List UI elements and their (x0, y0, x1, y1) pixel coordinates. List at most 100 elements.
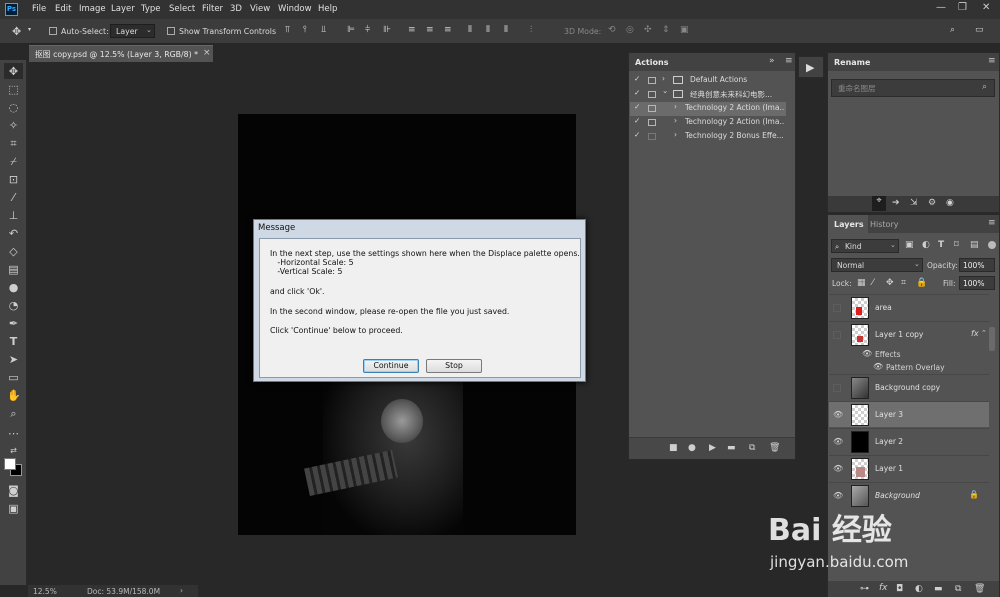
layer-row[interactable]: area (829, 294, 989, 320)
close-window-button[interactable]: ✕ (982, 2, 990, 13)
3d-roll-icon[interactable]: ◎ (626, 25, 634, 35)
zoom-tool-icon[interactable]: ⌕ (7, 407, 20, 420)
fx-badge[interactable]: fx (971, 329, 979, 338)
new-set-icon[interactable]: ▬ (727, 443, 736, 453)
more-tools-icon[interactable]: ⋯ (7, 427, 20, 440)
new-action-icon[interactable]: ⧉ (749, 443, 755, 453)
collapse-effects-icon[interactable]: ⌃ (981, 329, 987, 337)
menu-type[interactable]: Type (141, 4, 161, 14)
minimize-button[interactable]: — (936, 2, 946, 13)
rename-input[interactable]: 重命名图层 ⌕ (831, 79, 995, 97)
lock-artboard-icon[interactable]: ⌗ (901, 278, 906, 288)
adjustment-layer-icon[interactable]: ◐ (915, 584, 923, 594)
panel-menu-icon[interactable]: ≡ (988, 56, 996, 66)
lock-transparency-icon[interactable]: ▦ (857, 278, 866, 288)
search-icon[interactable]: ⌕ (950, 25, 955, 35)
distribute-vcenter-icon[interactable]: ≡ (426, 25, 434, 35)
eye-icon[interactable]: 👁 (833, 410, 843, 419)
history-brush-tool-icon[interactable]: ↶ (7, 227, 20, 240)
magic-wand-tool-icon[interactable]: ✧ (7, 119, 20, 132)
toggle-check-icon[interactable]: ✓ (634, 130, 640, 139)
hand-tool-icon[interactable]: ✋ (7, 389, 21, 402)
distribute-bottom-icon[interactable]: ≡ (444, 25, 452, 35)
panel-menu-icon[interactable]: ≡ (988, 218, 996, 228)
menu-layer[interactable]: Layer (111, 4, 135, 14)
status-menu-arrow[interactable]: › (180, 586, 183, 595)
toggle-check-icon[interactable]: ✓ (634, 102, 640, 111)
auto-select-checkbox[interactable] (49, 27, 57, 35)
stop-button[interactable]: Stop (426, 359, 482, 373)
menu-select[interactable]: Select (169, 4, 195, 14)
filter-adjustment-icon[interactable]: ◐ (922, 240, 930, 250)
selection-tool-icon[interactable]: ⌖ (872, 196, 886, 211)
zoom-level[interactable]: 12.5% (33, 587, 57, 596)
layer-row[interactable]: Layer 1 copy fx ⌃ (829, 321, 989, 347)
continue-button[interactable]: Continue (363, 359, 419, 373)
layer-name[interactable]: Background copy (875, 383, 940, 392)
layers-tab[interactable]: Layers (834, 220, 864, 229)
expand-arrow-icon[interactable]: ⌄ (662, 86, 668, 95)
play-icon[interactable]: ▶ (806, 61, 814, 74)
expand-arrow-icon[interactable]: › (662, 74, 665, 83)
3d-pan-icon[interactable]: ✣ (644, 25, 652, 35)
dodge-tool-icon[interactable]: ◔ (7, 299, 20, 312)
menu-window[interactable]: Window (278, 4, 312, 14)
fill-input[interactable]: 100% (959, 276, 995, 290)
dialog-toggle-icon[interactable] (648, 133, 656, 140)
layer-name[interactable]: Layer 3 (875, 410, 903, 419)
layer-name[interactable]: Layer 1 (875, 464, 903, 473)
lasso-tool-icon[interactable]: ◌ (7, 101, 20, 114)
lock-pixels-icon[interactable]: ⁄ (872, 278, 874, 288)
action-set-row[interactable]: ✓ ⌄ 经典创意未来科幻电影... (630, 86, 786, 102)
swap-colors-icon[interactable]: ⇄ (7, 444, 20, 457)
3d-orbit-icon[interactable]: ⟲ (608, 25, 616, 35)
layer-name[interactable]: area (875, 303, 892, 312)
opacity-input[interactable]: 100% (959, 258, 995, 272)
action-row[interactable]: ✓ › Technology 2 Action (Ima... (630, 102, 786, 116)
history-tab[interactable]: History (870, 220, 898, 229)
layer-row[interactable]: 👁 Layer 2 (829, 428, 989, 454)
action-set-row[interactable]: ✓ › Default Actions (630, 74, 786, 88)
settings-icon[interactable]: ⚙ (928, 198, 936, 208)
toggle-check-icon[interactable]: ✓ (634, 116, 640, 125)
layer-row[interactable]: Background copy (829, 374, 989, 400)
foreground-color-swatch[interactable] (4, 458, 16, 470)
layer-row[interactable]: 👁 Layer 1 (829, 455, 989, 481)
screen-mode-icon[interactable]: ▣ (7, 502, 20, 515)
align-right-icon[interactable]: ⊪ (383, 25, 391, 35)
expand-icon[interactable]: ⇲ (910, 198, 918, 208)
move-tool-icon[interactable]: ✥ (12, 25, 21, 38)
expand-arrow-icon[interactable]: › (674, 116, 677, 125)
lock-position-icon[interactable]: ✥ (886, 278, 894, 288)
stop-playing-icon[interactable]: ■ (669, 443, 678, 453)
auto-align-icon[interactable]: ⫶ (530, 25, 532, 35)
workspace-icon[interactable]: ▭ (975, 25, 984, 35)
visibility-toggle[interactable] (833, 384, 841, 392)
distribute-left-icon[interactable]: ⦀ (468, 25, 472, 35)
type-tool-icon[interactable]: T (7, 335, 20, 348)
visibility-toggle[interactable] (833, 304, 841, 312)
auto-select-dropdown[interactable]: Layer ⌄ (110, 24, 155, 38)
distribute-hcenter-icon[interactable]: ⦀ (486, 25, 490, 35)
eye-icon[interactable]: 👁 (833, 437, 843, 446)
menu-image[interactable]: Image (79, 4, 106, 14)
chevron-down-icon[interactable]: ▾ (28, 26, 31, 33)
pen-tool-icon[interactable]: ✒ (7, 317, 20, 330)
action-row[interactable]: ✓ › Technology 2 Bonus Effe... (630, 130, 786, 144)
info-icon[interactable]: ◉ (946, 198, 954, 208)
3d-scale-icon[interactable]: ▣ (680, 25, 689, 35)
search-icon[interactable]: ⌕ (982, 82, 987, 92)
eye-icon[interactable]: 👁 (833, 491, 843, 500)
align-hcenter-icon[interactable]: ⫩ (365, 25, 370, 35)
collapse-panel-icon[interactable]: » (769, 56, 775, 66)
action-row[interactable]: ✓ › Technology 2 Action (Ima... (630, 116, 786, 130)
add-style-icon[interactable]: fx (879, 583, 888, 593)
filter-pixel-icon[interactable]: ▣ (905, 240, 914, 250)
blend-mode-dropdown[interactable]: Normal ⌄ (831, 258, 923, 272)
dialog-toggle-icon[interactable] (648, 119, 656, 126)
expand-arrow-icon[interactable]: › (674, 130, 677, 139)
crop-tool-icon[interactable]: ⌗ (7, 137, 20, 150)
panel-menu-icon[interactable]: ≡ (785, 56, 793, 66)
eyedropper-tool-icon[interactable]: ⌿ (7, 155, 20, 168)
visibility-toggle[interactable] (833, 331, 841, 339)
